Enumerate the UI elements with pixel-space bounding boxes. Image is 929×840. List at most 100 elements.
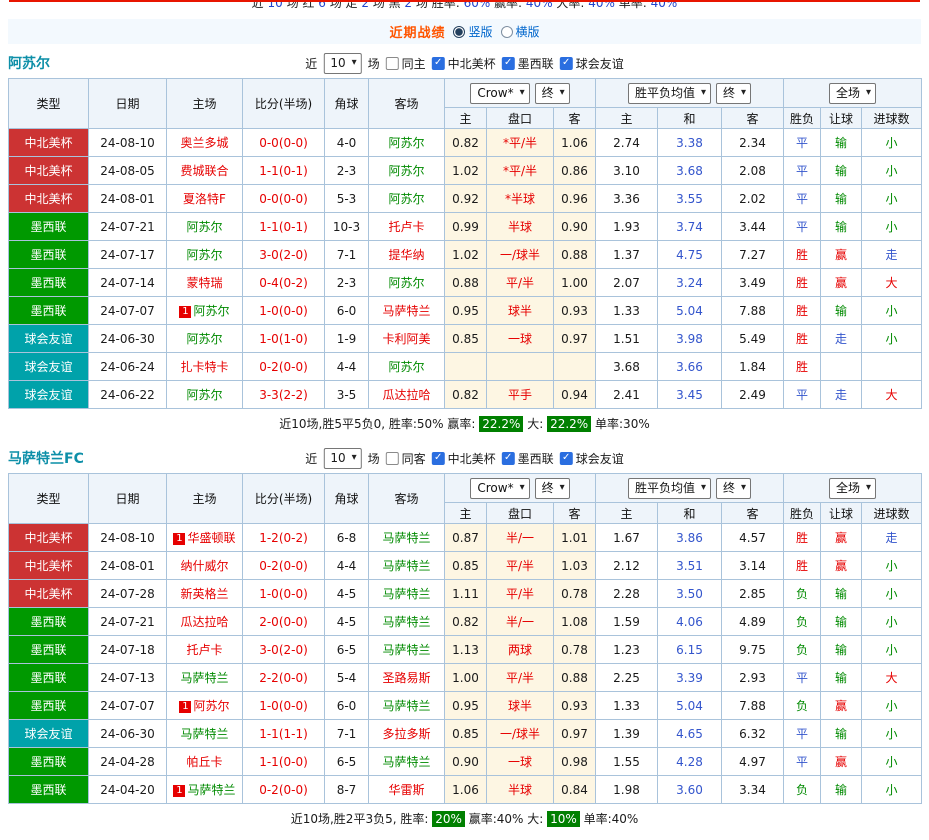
league-checkbox-concacaf[interactable]: 中北美杯 <box>432 450 496 467</box>
matches-tbody: 中北美杯24-08-10奥兰多城0-0(0-0)4-0阿苏尔0.82*平/半1.… <box>9 129 922 409</box>
home-team-cell[interactable]: 1华盛顿联 <box>167 524 243 552</box>
home-odds-cell: 0.88 <box>445 269 487 297</box>
avg-away-cell: 2.49 <box>722 381 784 409</box>
home-team-cell[interactable]: 瓜达拉哈 <box>167 608 243 636</box>
handicap-cell <box>487 353 554 381</box>
away-team-cell[interactable]: 马萨特兰 <box>369 580 445 608</box>
home-team-cell[interactable]: 1阿苏尔 <box>167 297 243 325</box>
checkbox-checked-icon <box>502 57 515 70</box>
avg-stage-value: 终 <box>723 86 735 101</box>
away-odds-cell: 0.93 <box>554 692 596 720</box>
home-team-cell[interactable]: 马萨特兰 <box>167 720 243 748</box>
away-team-cell[interactable]: 阿苏尔 <box>369 185 445 213</box>
home-team-cell[interactable]: 阿苏尔 <box>167 325 243 353</box>
home-team-name: 夏洛特F <box>183 192 226 206</box>
away-team-cell[interactable]: 马萨特兰 <box>369 636 445 664</box>
home-team-cell[interactable]: 扎卡特卡 <box>167 353 243 381</box>
league-checkbox-ligamx[interactable]: 墨西联 <box>502 450 554 467</box>
home-team-cell[interactable]: 奥兰多城 <box>167 129 243 157</box>
away-odds-cell: 0.88 <box>554 241 596 269</box>
odds-stage-select[interactable]: 终 <box>535 83 570 104</box>
checkbox-unchecked-icon <box>386 452 399 465</box>
home-team-cell[interactable]: 托卢卡 <box>167 636 243 664</box>
avg-stage-select[interactable]: 终 <box>716 83 751 104</box>
home-team-cell[interactable]: 夏洛特F <box>167 185 243 213</box>
avg-stage-select[interactable]: 终 <box>716 478 751 499</box>
league-checkbox-ligamx[interactable]: 墨西联 <box>502 55 554 72</box>
league-checkbox-friendly[interactable]: 球会友谊 <box>560 55 624 72</box>
home-odds-cell: 1.13 <box>445 636 487 664</box>
avg-away-cell: 7.27 <box>722 241 784 269</box>
away-team-cell[interactable]: 阿苏尔 <box>369 269 445 297</box>
home-team-cell[interactable]: 马萨特兰 <box>167 664 243 692</box>
same-venue-checkbox[interactable]: 同主 <box>386 55 426 72</box>
scope-select[interactable]: 全场 <box>829 478 876 499</box>
home-team-cell[interactable]: 蒙特瑞 <box>167 269 243 297</box>
home-odds-cell: 1.02 <box>445 157 487 185</box>
score-cell: 0-2(0-0) <box>243 552 325 580</box>
avg-home-cell: 2.25 <box>596 664 658 692</box>
league-type-cell: 球会友谊 <box>9 381 89 409</box>
handicap-marker-icon: 1 <box>173 533 185 545</box>
handicap-result-cell: 赢 <box>821 552 862 580</box>
away-team-cell[interactable]: 瓜达拉哈 <box>369 381 445 409</box>
home-team-cell[interactable]: 新英格兰 <box>167 580 243 608</box>
avg-away-cell: 5.49 <box>722 325 784 353</box>
away-team-cell[interactable]: 托卢卡 <box>369 213 445 241</box>
avg-home-cell: 2.07 <box>596 269 658 297</box>
home-team-cell[interactable]: 帕丘卡 <box>167 748 243 776</box>
avg-away-cell: 2.85 <box>722 580 784 608</box>
checkbox-unchecked-icon <box>386 57 399 70</box>
away-team-cell[interactable]: 圣路易斯 <box>369 664 445 692</box>
odds-company-select[interactable]: Crow* <box>470 83 529 104</box>
handicap-cell: 半球 <box>487 213 554 241</box>
away-team-cell[interactable]: 阿苏尔 <box>369 353 445 381</box>
avg-away-cell: 3.34 <box>722 776 784 804</box>
avg-home-cell: 2.41 <box>596 381 658 409</box>
away-team-cell[interactable]: 马萨特兰 <box>369 692 445 720</box>
same-venue-checkbox[interactable]: 同客 <box>386 450 426 467</box>
league-checkbox-friendly[interactable]: 球会友谊 <box>560 450 624 467</box>
away-team-cell[interactable]: 马萨特兰 <box>369 297 445 325</box>
away-team-cell[interactable]: 马萨特兰 <box>369 552 445 580</box>
home-team-cell[interactable]: 费城联合 <box>167 157 243 185</box>
checkbox-checked-icon <box>502 452 515 465</box>
away-team-cell[interactable]: 阿苏尔 <box>369 157 445 185</box>
home-team-cell[interactable]: 纳什威尔 <box>167 552 243 580</box>
away-odds-cell: 1.00 <box>554 269 596 297</box>
away-team-cell[interactable]: 卡利阿美 <box>369 325 445 353</box>
away-team-cell[interactable]: 马萨特兰 <box>369 748 445 776</box>
home-team-cell[interactable]: 阿苏尔 <box>167 381 243 409</box>
away-odds-cell: 0.78 <box>554 580 596 608</box>
away-team-cell[interactable]: 华雷斯 <box>369 776 445 804</box>
away-team-cell[interactable]: 马萨特兰 <box>369 608 445 636</box>
filter-bar: 近 10 场 同主 中北美杯 墨西联 球会友谊 <box>305 53 623 74</box>
avg-type-select[interactable]: 胜平负均值 <box>628 478 711 499</box>
recent-count-select[interactable]: 10 <box>323 448 361 469</box>
away-team-cell[interactable]: 阿苏尔 <box>369 129 445 157</box>
layout-radio-horizontal[interactable]: 横版 <box>501 23 540 40</box>
home-team-cell[interactable]: 1马萨特兰 <box>167 776 243 804</box>
odds-company-select[interactable]: Crow* <box>470 478 529 499</box>
goals-result-cell: 大 <box>862 664 922 692</box>
home-team-cell[interactable]: 阿苏尔 <box>167 213 243 241</box>
away-team-cell[interactable]: 马萨特兰 <box>369 524 445 552</box>
avg-home-cell: 1.23 <box>596 636 658 664</box>
avg-draw-cell: 4.75 <box>658 241 722 269</box>
goals-result-cell: 小 <box>862 157 922 185</box>
scope-select[interactable]: 全场 <box>829 83 876 104</box>
wdl-result-cell: 负 <box>784 580 821 608</box>
odds-stage-value: 终 <box>542 481 554 496</box>
avg-type-select[interactable]: 胜平负均值 <box>628 83 711 104</box>
date-cell: 24-07-17 <box>89 241 167 269</box>
away-team-cell[interactable]: 提华纳 <box>369 241 445 269</box>
layout-radio-vertical[interactable]: 竖版 <box>453 23 492 40</box>
league-checkbox-concacaf[interactable]: 中北美杯 <box>432 55 496 72</box>
away-team-cell[interactable]: 多拉多斯 <box>369 720 445 748</box>
league-label: 中北美杯 <box>448 450 496 467</box>
home-team-cell[interactable]: 1阿苏尔 <box>167 692 243 720</box>
match-row: 墨西联24-04-201马萨特兰0-2(0-0)8-7华雷斯1.06半球0.84… <box>9 776 922 804</box>
recent-count-select[interactable]: 10 <box>323 53 361 74</box>
odds-stage-select[interactable]: 终 <box>535 478 570 499</box>
home-team-cell[interactable]: 阿苏尔 <box>167 241 243 269</box>
